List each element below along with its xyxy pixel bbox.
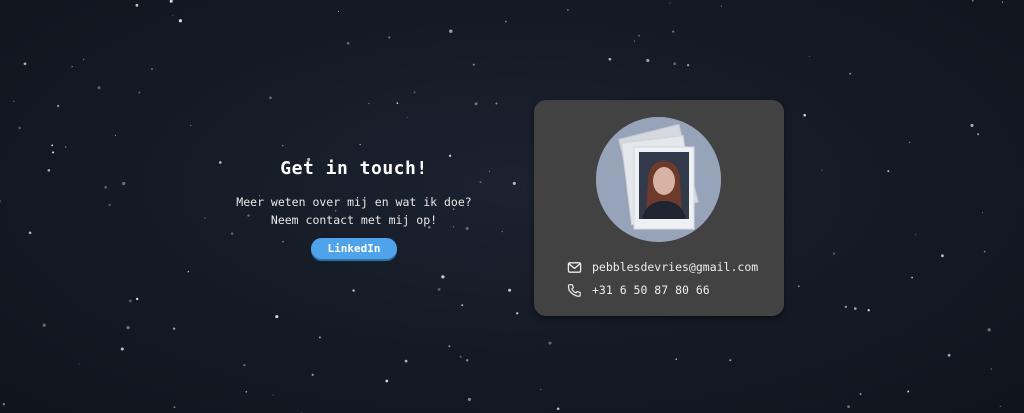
email-address[interactable]: pebblesdevries@gmail.com <box>592 260 758 274</box>
phone-icon <box>567 283 581 297</box>
intro-line-2: Neem contact met mij op! <box>270 213 438 227</box>
avatar <box>596 117 721 242</box>
email-row[interactable]: pebblesdevries@gmail.com <box>567 258 758 276</box>
page-title: Get in touch! <box>280 158 428 179</box>
profile-photo <box>596 117 721 242</box>
phone-number[interactable]: +31 6 50 87 80 66 <box>592 283 710 297</box>
contact-card: pebblesdevries@gmail.com +31 6 50 87 80 … <box>534 100 784 316</box>
starfield-background <box>0 0 1004 413</box>
mail-icon <box>567 261 582 273</box>
linkedin-button[interactable]: LinkedIn <box>311 238 397 259</box>
contact-intro: Get in touch! Meer weten over mij en wat… <box>230 158 478 259</box>
intro-line-1: Meer weten over mij en wat ik doe? <box>236 195 472 209</box>
intro-text: Meer weten over mij en wat ik doe? Neem … <box>230 193 478 229</box>
phone-row[interactable]: +31 6 50 87 80 66 <box>567 281 710 299</box>
